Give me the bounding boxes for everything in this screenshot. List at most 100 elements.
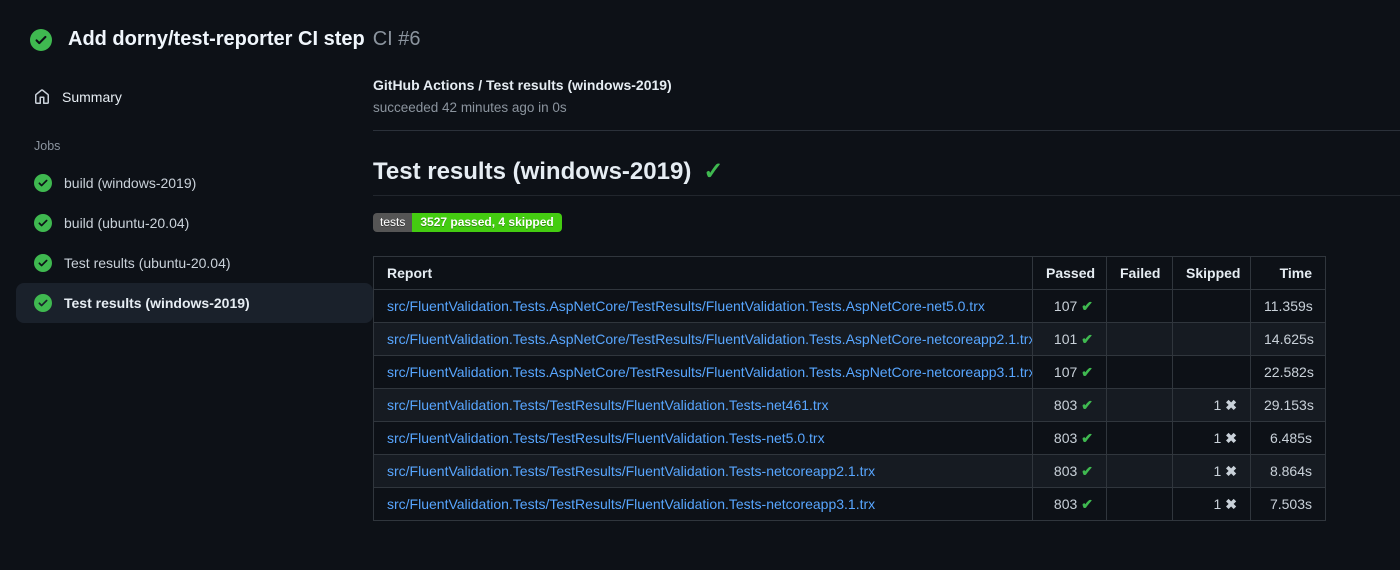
sidebar-job-build-ubuntu-20-04-[interactable]: build (ubuntu-20.04) xyxy=(16,203,373,243)
check-circle-icon xyxy=(30,28,52,51)
pass-check-icon: ✔ xyxy=(1081,495,1093,512)
tests-badge-value: 3527 passed, 4 skipped xyxy=(412,213,562,232)
table-row: src/FluentValidation.Tests/TestResults/F… xyxy=(373,487,1326,521)
tests-badge: tests 3527 passed, 4 skipped xyxy=(373,213,562,232)
passed-cell-count: 803 xyxy=(1053,396,1078,413)
table-row: src/FluentValidation.Tests/TestResults/F… xyxy=(373,388,1326,422)
failed-cell xyxy=(1106,454,1173,488)
report-link[interactable]: src/FluentValidation.Tests.AspNetCore/Te… xyxy=(387,364,1032,380)
skip-x-icon: ✖ xyxy=(1225,462,1237,479)
failed-cell xyxy=(1106,289,1173,323)
jobs-section-label: Jobs xyxy=(34,139,61,153)
sidebar-job-test-results-ubuntu-20-04-[interactable]: Test results (ubuntu-20.04) xyxy=(16,243,373,283)
job-label: Test results (windows-2019) xyxy=(64,295,250,311)
report-link[interactable]: src/FluentValidation.Tests/TestResults/F… xyxy=(387,496,875,512)
skipped-cell: 1 ✖ xyxy=(1172,421,1251,455)
time-cell: 22.582s xyxy=(1250,355,1326,389)
sidebar-item-summary[interactable]: Summary xyxy=(16,81,373,113)
report-cell: src/FluentValidation.Tests.AspNetCore/Te… xyxy=(373,289,1033,323)
check-circle-icon xyxy=(34,294,52,312)
skipped-cell: 1 ✖ xyxy=(1172,388,1251,422)
header-divider xyxy=(373,130,1400,131)
success-check-icon: ✓ xyxy=(703,158,724,185)
pass-check-icon: ✔ xyxy=(1081,330,1093,347)
passed-cell: 101 ✔ xyxy=(1032,322,1107,356)
time-cell: 11.359s xyxy=(1250,289,1326,323)
column-header-passed: Passed xyxy=(1032,256,1107,290)
pass-check-icon: ✔ xyxy=(1081,297,1093,314)
report-cell: src/FluentValidation.Tests/TestResults/F… xyxy=(373,388,1033,422)
check-suite-title: GitHub Actions / Test results (windows-2… xyxy=(373,77,672,93)
column-header-report: Report xyxy=(373,256,1033,290)
skipped-cell: 1 ✖ xyxy=(1172,487,1251,521)
passed-cell: 803 ✔ xyxy=(1032,388,1107,422)
report-cell: src/FluentValidation.Tests.AspNetCore/Te… xyxy=(373,355,1033,389)
passed-cell: 107 ✔ xyxy=(1032,355,1107,389)
report-cell: src/FluentValidation.Tests/TestResults/F… xyxy=(373,487,1033,521)
skipped-cell-count: 1 xyxy=(1213,495,1222,512)
passed-cell: 803 ✔ xyxy=(1032,421,1107,455)
sidebar-summary-label: Summary xyxy=(62,89,122,105)
passed-cell-count: 101 xyxy=(1053,330,1078,347)
failed-cell xyxy=(1106,388,1173,422)
failed-cell xyxy=(1106,487,1173,521)
pass-check-icon: ✔ xyxy=(1081,462,1093,479)
job-label: build (ubuntu-20.04) xyxy=(64,215,190,231)
column-header-skipped: Skipped xyxy=(1172,256,1251,290)
report-cell: src/FluentValidation.Tests/TestResults/F… xyxy=(373,454,1033,488)
home-icon xyxy=(34,89,50,105)
check-circle-icon xyxy=(34,254,52,272)
time-cell: 6.485s xyxy=(1250,421,1326,455)
table-row: src/FluentValidation.Tests.AspNetCore/Te… xyxy=(373,322,1326,356)
skipped-cell-count: 1 xyxy=(1213,429,1222,446)
table-row: src/FluentValidation.Tests/TestResults/F… xyxy=(373,454,1326,488)
column-header-time: Time xyxy=(1250,256,1326,290)
report-link[interactable]: src/FluentValidation.Tests/TestResults/F… xyxy=(387,397,828,413)
skipped-cell-count: 1 xyxy=(1213,396,1222,413)
time-cell: 29.153s xyxy=(1250,388,1326,422)
report-heading: Test results (windows-2019) ✓ xyxy=(373,158,1400,196)
sidebar-job-build-windows-2019-[interactable]: build (windows-2019) xyxy=(16,163,373,203)
check-circle-icon xyxy=(34,214,52,232)
sidebar-job-test-results-windows-2019-[interactable]: Test results (windows-2019) xyxy=(16,283,373,323)
pass-check-icon: ✔ xyxy=(1081,363,1093,380)
table-row: src/FluentValidation.Tests.AspNetCore/Te… xyxy=(373,289,1326,323)
passed-cell: 803 ✔ xyxy=(1032,454,1107,488)
check-circle-icon xyxy=(34,174,52,192)
job-label: build (windows-2019) xyxy=(64,175,197,191)
jobs-sidebar: Summary Jobs build (windows-2019) build (… xyxy=(0,75,373,521)
table-row: src/FluentValidation.Tests/TestResults/F… xyxy=(373,421,1326,455)
main-content: GitHub Actions / Test results (windows-2… xyxy=(373,75,1400,521)
report-heading-text: Test results (windows-2019) xyxy=(373,158,692,185)
report-link[interactable]: src/FluentValidation.Tests/TestResults/F… xyxy=(387,463,875,479)
table-header-row: Report Passed Failed Skipped Time xyxy=(373,256,1326,290)
passed-cell-count: 107 xyxy=(1053,297,1078,314)
skipped-cell xyxy=(1172,355,1251,389)
passed-cell: 107 ✔ xyxy=(1032,289,1107,323)
report-link[interactable]: src/FluentValidation.Tests.AspNetCore/Te… xyxy=(387,298,985,314)
report-link[interactable]: src/FluentValidation.Tests/TestResults/F… xyxy=(387,430,825,446)
report-cell: src/FluentValidation.Tests/TestResults/F… xyxy=(373,421,1033,455)
skipped-cell xyxy=(1172,322,1251,356)
run-number: CI #6 xyxy=(372,28,421,50)
passed-cell-count: 107 xyxy=(1053,363,1078,380)
time-cell: 14.625s xyxy=(1250,322,1326,356)
test-results-table: Report Passed Failed Skipped Time src/Fluent… xyxy=(373,256,1326,521)
time-cell: 8.864s xyxy=(1250,454,1326,488)
pass-check-icon: ✔ xyxy=(1081,396,1093,413)
check-status-line: succeeded 42 minutes ago in 0s xyxy=(373,100,567,115)
check-run-header: Add dorny/test-reporter CI step CI #6 xyxy=(0,0,1400,51)
skipped-cell-count: 1 xyxy=(1213,462,1222,479)
skip-x-icon: ✖ xyxy=(1225,396,1237,413)
passed-cell: 803 ✔ xyxy=(1032,487,1107,521)
jobs-list: build (windows-2019) build (ubuntu-20.04)… xyxy=(16,163,373,323)
failed-cell xyxy=(1106,355,1173,389)
failed-cell xyxy=(1106,322,1173,356)
skipped-cell xyxy=(1172,289,1251,323)
report-link[interactable]: src/FluentValidation.Tests.AspNetCore/Te… xyxy=(387,331,1032,347)
failed-cell xyxy=(1106,421,1173,455)
tests-badge-label: tests xyxy=(373,213,413,232)
skip-x-icon: ✖ xyxy=(1225,495,1237,512)
pass-check-icon: ✔ xyxy=(1081,429,1093,446)
passed-cell-count: 803 xyxy=(1053,429,1078,446)
